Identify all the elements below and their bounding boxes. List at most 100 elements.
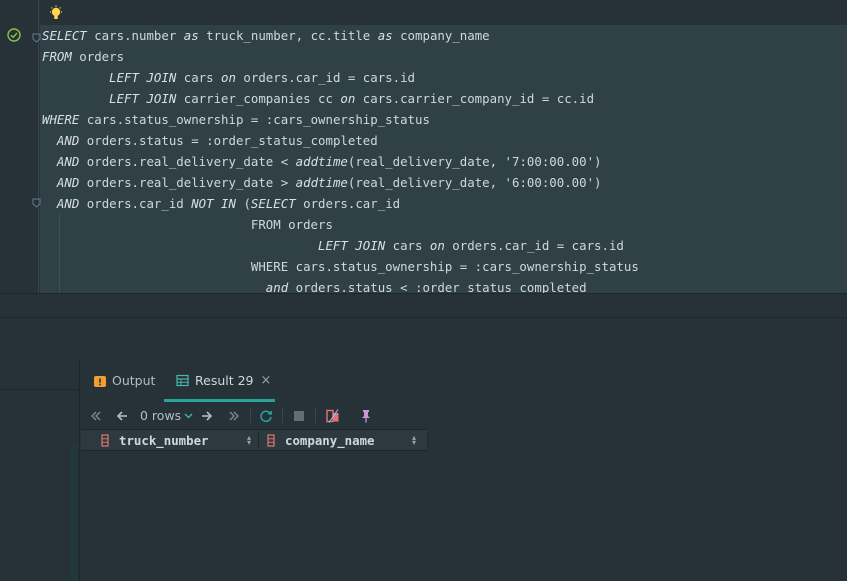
sql-keyword: AND bbox=[56, 196, 80, 211]
sql-keyword: on bbox=[221, 70, 236, 85]
sql-keyword: LEFT JOIN bbox=[109, 91, 177, 106]
sql-keyword: AND bbox=[56, 175, 80, 190]
sql-text: orders.car_id bbox=[79, 196, 192, 211]
stop-icon[interactable] bbox=[293, 407, 305, 424]
column-icon bbox=[267, 434, 275, 447]
pin-tab-icon[interactable] bbox=[359, 407, 373, 424]
code-line[interactable]: AND orders.real_delivery_date > addtime(… bbox=[42, 172, 602, 193]
close-tab-icon[interactable]: × bbox=[261, 373, 272, 388]
code-line[interactable]: LEFT JOIN cars on orders.car_id = cars.i… bbox=[42, 67, 415, 88]
sql-text: ( bbox=[235, 196, 251, 211]
fold-marker-icon[interactable] bbox=[32, 198, 41, 208]
code-line[interactable]: AND orders.status = :order_status_comple… bbox=[42, 130, 378, 151]
sql-keyword: addtime bbox=[295, 154, 348, 169]
sql-keyword: LEFT JOIN bbox=[318, 238, 386, 253]
column-header-label: truck_number bbox=[119, 433, 209, 448]
sql-keyword: AND bbox=[56, 133, 80, 148]
sql-text: (real_delivery_date, '7:00:00.00') bbox=[347, 154, 602, 169]
sql-text: orders.car_id = cars.id bbox=[235, 70, 416, 85]
editor-results-splitter[interactable] bbox=[0, 293, 847, 359]
sort-icon[interactable]: ▴ ▾ bbox=[412, 434, 416, 447]
divider bbox=[0, 389, 80, 390]
divider bbox=[0, 293, 847, 294]
sql-keyword: addtime bbox=[295, 175, 348, 190]
column-icon bbox=[101, 434, 109, 447]
editor-gutter bbox=[0, 0, 36, 293]
sql-keyword: AND bbox=[56, 154, 80, 169]
code-line[interactable]: FROM orders bbox=[42, 46, 124, 67]
sql-text: orders.car_id = cars.id bbox=[444, 238, 624, 253]
scrollbar[interactable] bbox=[71, 446, 77, 581]
sort-icon[interactable]: ▴ ▾ bbox=[247, 434, 251, 447]
code-line[interactable]: LEFT JOIN carrier_companies cc on cars.c… bbox=[42, 88, 594, 109]
code-line[interactable]: AND orders.real_delivery_date < addtime(… bbox=[42, 151, 602, 172]
sql-keyword: LEFT JOIN bbox=[109, 70, 177, 85]
column-header-company-name[interactable]: company_name bbox=[267, 430, 375, 451]
compare-icon[interactable] bbox=[326, 407, 340, 424]
code-line[interactable]: SELECT cars.number as truck_number, cc.t… bbox=[42, 25, 490, 46]
sql-keyword: WHERE bbox=[42, 112, 80, 127]
sql-text: truck_number, cc.title bbox=[198, 28, 378, 43]
first-page-icon[interactable] bbox=[90, 407, 102, 424]
column-divider[interactable] bbox=[258, 432, 259, 449]
code-line[interactable]: WHERE cars.status_ownership = :cars_owne… bbox=[42, 109, 430, 130]
code-line[interactable]: LEFT JOIN cars on orders.car_id = cars.i… bbox=[42, 235, 624, 256]
sql-text: carrier_companies cc bbox=[176, 91, 341, 106]
sql-keyword: NOT IN bbox=[191, 196, 236, 211]
sql-text: orders.real_delivery_date < bbox=[79, 154, 296, 169]
fold-marker-icon[interactable] bbox=[32, 33, 41, 43]
executed-check-icon bbox=[7, 28, 21, 42]
code-line[interactable]: AND orders.car_id NOT IN (SELECT orders.… bbox=[42, 193, 400, 214]
rows-count-label: 0 rows bbox=[140, 408, 182, 423]
last-page-icon[interactable] bbox=[228, 407, 240, 424]
services-tree-panel[interactable] bbox=[0, 359, 80, 581]
sql-keyword: on bbox=[429, 238, 445, 253]
sql-text: cars.number bbox=[86, 28, 184, 43]
tab-result[interactable]: Result 29 × bbox=[176, 359, 271, 402]
sql-text: cars.carrier_company_id = cc.id bbox=[355, 91, 595, 106]
sql-keyword: SELECT bbox=[250, 196, 296, 211]
intention-row bbox=[40, 0, 847, 25]
sql-text: orders.status = :order_status_completed bbox=[79, 133, 378, 148]
sql-editor[interactable]: SELECT cars.number as truck_number, cc.t… bbox=[0, 0, 847, 295]
sql-text: orders.car_id bbox=[295, 196, 401, 211]
refresh-icon[interactable] bbox=[259, 407, 273, 424]
chevron-down-icon bbox=[184, 413, 193, 418]
sql-keyword: as bbox=[377, 28, 393, 43]
results-tab-bar: Output Result 29 × bbox=[81, 359, 847, 402]
sql-text: WHERE cars.status_ownership = :cars_owne… bbox=[42, 259, 639, 274]
sql-keyword: as bbox=[183, 28, 199, 43]
results-grid-header: truck_number ▴ ▾ company_name ▴ ▾ bbox=[81, 429, 428, 451]
sql-text: orders bbox=[71, 49, 125, 64]
divider bbox=[0, 317, 847, 318]
column-header-truck-number[interactable]: truck_number bbox=[101, 430, 209, 451]
tab-output-label: Output bbox=[112, 373, 156, 388]
previous-page-icon[interactable] bbox=[116, 407, 128, 424]
sql-text: cars bbox=[385, 238, 430, 253]
sql-keyword: FROM bbox=[42, 49, 72, 64]
sql-text: FROM orders bbox=[42, 217, 333, 232]
rows-count-dropdown[interactable]: 0 rows bbox=[140, 407, 193, 424]
sql-keyword: SELECT bbox=[42, 28, 87, 43]
sql-text: (real_delivery_date, '6:00:00.00') bbox=[347, 175, 602, 190]
column-header-label: company_name bbox=[285, 433, 375, 448]
lightbulb-icon[interactable] bbox=[48, 5, 64, 21]
sql-text: cars.status_ownership = :cars_ownership_… bbox=[79, 112, 430, 127]
sql-text: orders.real_delivery_date > bbox=[79, 175, 296, 190]
tab-output[interactable]: Output bbox=[93, 359, 155, 402]
sql-keyword: on bbox=[340, 91, 356, 106]
code-line[interactable]: WHERE cars.status_ownership = :cars_owne… bbox=[42, 256, 639, 277]
next-page-icon[interactable] bbox=[201, 407, 213, 424]
table-icon bbox=[176, 374, 189, 387]
gutter-divider bbox=[38, 0, 39, 293]
code-line[interactable]: FROM orders bbox=[42, 214, 333, 235]
sql-text: cars bbox=[176, 70, 222, 85]
results-toolbar: 0 rows bbox=[81, 402, 847, 429]
toolbar-separator bbox=[250, 408, 251, 423]
